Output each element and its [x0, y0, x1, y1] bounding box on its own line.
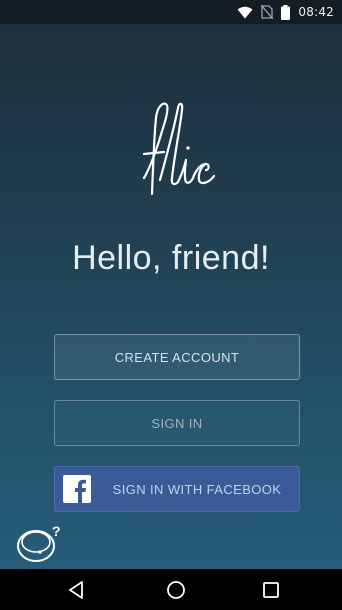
flic-button-help-icon[interactable]: ? [14, 520, 70, 564]
navigation-bar [0, 569, 342, 610]
facebook-sign-in-button[interactable]: SIGN IN WITH FACEBOOK [54, 466, 300, 512]
back-icon[interactable] [66, 579, 88, 601]
recents-icon[interactable] [260, 579, 282, 601]
facebook-sign-in-label: SIGN IN WITH FACEBOOK [112, 481, 282, 497]
status-bar: 08:42 [0, 0, 342, 24]
phone-screen: 08:42 Hello, friend! CREATE ACCOUNT SIGN… [0, 0, 342, 610]
status-time: 08:42 [298, 5, 334, 19]
welcome-screen: Hello, friend! CREATE ACCOUNT SIGN IN SI… [0, 24, 342, 569]
facebook-icon [63, 475, 91, 503]
no-sim-icon [261, 5, 274, 19]
battery-icon [281, 4, 291, 20]
wifi-icon [237, 6, 253, 19]
create-account-label: CREATE ACCOUNT [114, 349, 240, 365]
create-account-button[interactable]: CREATE ACCOUNT [54, 334, 300, 380]
help-question-mark: ? [52, 523, 61, 539]
sign-in-button[interactable]: SIGN IN [54, 400, 300, 446]
sign-in-label: SIGN IN [151, 415, 203, 431]
home-icon[interactable] [165, 579, 187, 601]
greeting-heading: Hello, friend! [72, 239, 270, 277]
flic-logo [142, 102, 216, 196]
